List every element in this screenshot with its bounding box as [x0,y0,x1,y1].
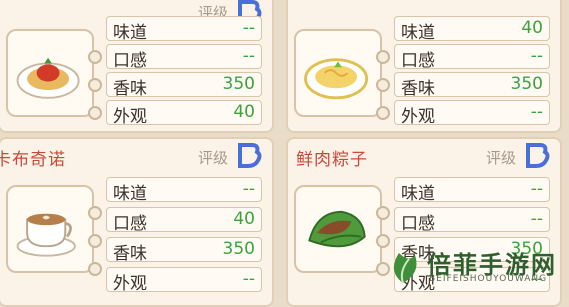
stat-appearance: 外观 -- [394,100,550,127]
leaf-logo-icon [393,253,417,284]
zongzi-icon [308,210,366,248]
spaghetti-dish-icon [16,57,80,99]
stat-aroma: 香味 350 [106,72,262,99]
stat-texture: 口感 -- [394,207,550,234]
coffee-cup-icon [16,213,76,257]
dish-image [6,29,94,117]
stat-appearance: 外观 -- [106,267,262,294]
dish-image [6,185,94,273]
pasta-plate-icon [304,58,369,100]
dish-name: 鲜肉粽子 [296,150,368,170]
grade-b-icon [526,143,550,168]
stat-taste: 味道 40 [394,16,550,43]
stat-taste: 味道 -- [106,16,262,43]
stat-texture: 口感 -- [394,44,550,71]
dish-image [294,29,382,117]
stat-aroma: 香味 350 [106,237,262,264]
rating-label: 评级 [197,149,228,167]
grade-b-icon [238,143,262,168]
rating-label: 评级 [485,149,516,167]
recipe-card[interactable]: 评级 味道 -- 口感 -- 香味 350 外观 40 [0,0,274,133]
watermark-logo: 倍菲手游网 BEIFEISHOUYOUWANG [383,243,561,291]
recipe-card[interactable]: 味道 40 口感 -- 香味 350 外观 -- [286,0,562,133]
stat-texture: 口感 -- [106,44,262,71]
stat-taste: 味道 -- [394,177,550,204]
stat-aroma: 香味 350 [394,72,550,99]
stat-appearance: 外观 40 [106,100,262,127]
dish-name: 卡布奇诺 [0,150,66,170]
stat-texture: 口感 40 [106,207,262,234]
stat-taste: 味道 -- [106,177,262,204]
recipe-card[interactable]: 卡布奇诺 评级 味道 -- 口感 40 香味 350 外观 -- [0,137,274,307]
dish-image [294,185,382,273]
